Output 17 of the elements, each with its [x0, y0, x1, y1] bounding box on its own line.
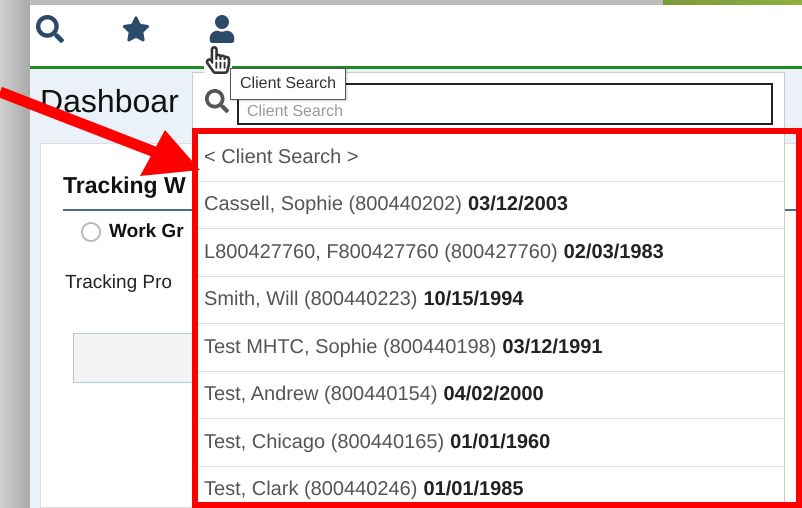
radio-label: Work Gr: [109, 221, 184, 243]
client-list-item[interactable]: Test, Chicago (800440165) 01/01/1960: [198, 419, 785, 466]
list-item[interactable]: < Client Search >: [198, 134, 785, 182]
client-list-item[interactable]: Test, Clark (800440246) 01/01/1985: [198, 466, 785, 502]
user-icon[interactable]: [208, 15, 236, 43]
client-list-item[interactable]: Smith, Will (800440223) 10/15/1994: [198, 276, 785, 324]
client-list-item[interactable]: Cassell, Sophie (800440202) 03/12/2003: [198, 182, 785, 229]
radio-button[interactable]: [81, 222, 101, 242]
card-title: Tracking W: [63, 172, 186, 200]
search-icon: [205, 88, 229, 112]
client-list-item[interactable]: Test MHTC, Sophie (800440198) 03/12/1991: [198, 324, 785, 372]
tooltip: Client Search: [230, 68, 346, 100]
client-list-item[interactable]: Test, Andrew (800440154) 04/02/2000: [198, 372, 785, 419]
client-list-item[interactable]: L800427760, F800427760 (800427760) 02/03/1983: [198, 229, 785, 276]
search-icon[interactable]: [36, 15, 64, 43]
star-icon[interactable]: [122, 15, 150, 43]
field-label: Tracking Pro: [65, 272, 172, 294]
